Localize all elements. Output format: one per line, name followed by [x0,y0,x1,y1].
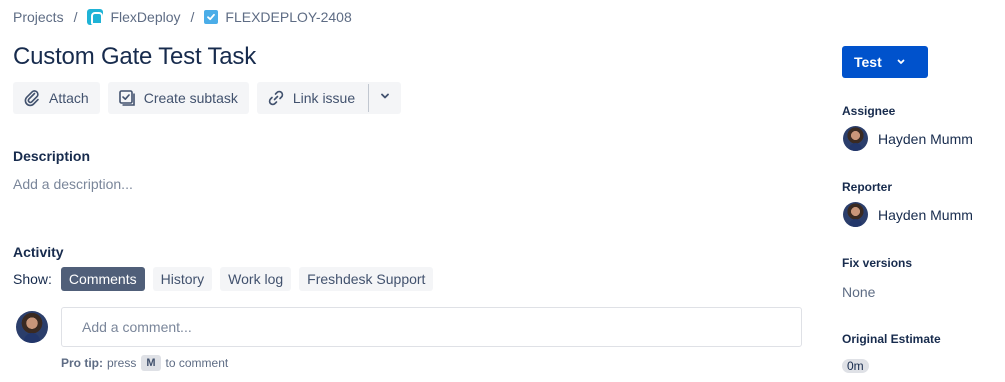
reporter-field[interactable]: Hayden Mumm [843,202,973,227]
create-subtask-button[interactable]: Create subtask [107,82,249,114]
link-issue-button[interactable]: Link issue [257,82,368,114]
create-subtask-button-label: Create subtask [143,90,238,106]
pro-tip-label: Pro tip: [61,356,103,370]
show-label: Show: [13,271,52,287]
paperclip-icon [23,89,41,107]
breadcrumb-separator: / [73,9,78,25]
assignee-name: Hayden Mumm [878,130,973,147]
chevron-down-icon [896,57,906,67]
fix-versions-value[interactable]: None [842,284,875,300]
activity-heading: Activity [13,244,64,260]
description-heading: Description [13,148,91,164]
description-field[interactable]: Add a description... [13,176,133,192]
more-actions-button[interactable] [369,82,401,114]
subtask-icon [118,89,136,107]
assignee-label: Assignee [842,104,896,118]
pro-tip-text: press [107,356,137,370]
breadcrumb-issue-key[interactable]: FLEXDEPLOY-2408 [204,9,352,25]
breadcrumb-separator: / [190,9,195,25]
filter-comments[interactable]: Comments [60,267,145,291]
filter-freshdesk-support[interactable]: Freshdesk Support [299,267,434,291]
link-issue-button-group: Link issue [256,82,402,114]
pro-tip: Pro tip: press M to comment [61,355,228,371]
breadcrumb-project-label: FlexDeploy [110,9,181,25]
pro-tip-text-end: to comment [165,356,229,370]
attach-button-label: Attach [49,90,89,106]
breadcrumb-projects[interactable]: Projects [13,9,64,25]
attach-button[interactable]: Attach [13,82,100,114]
breadcrumb-project[interactable]: FlexDeploy [87,9,181,25]
fix-versions-label: Fix versions [842,256,913,270]
issue-toolbar: Attach Create subtask Link issue [13,82,402,114]
comment-input[interactable]: Add a comment... [61,307,802,347]
original-estimate-label: Original Estimate [842,332,941,346]
avatar [843,126,868,151]
filter-history[interactable]: History [152,267,213,291]
avatar [16,311,48,343]
reporter-label: Reporter [842,180,893,194]
filter-work-log[interactable]: Work log [220,267,292,291]
assignee-field[interactable]: Hayden Mumm [843,126,973,151]
task-type-icon [204,10,219,24]
chevron-down-icon [379,89,391,107]
activity-filter-bar: Show: Comments History Work log Freshdes… [13,267,441,291]
reporter-name: Hayden Mumm [878,206,973,223]
issue-title[interactable]: Custom Gate Test Task [13,43,256,71]
link-icon [267,89,285,107]
status-label: Test [854,54,882,70]
breadcrumb-issue-key-label: FLEXDEPLOY-2408 [225,9,352,25]
link-issue-button-label: Link issue [292,90,356,106]
breadcrumb: Projects / FlexDeploy / FLEXDEPLOY-2408 [13,8,352,26]
original-estimate-value[interactable]: 0m [842,359,869,373]
status-transition-button[interactable]: Test [842,46,928,78]
keyboard-shortcut-key: M [141,355,161,371]
project-avatar-icon [87,9,104,25]
avatar [843,202,868,227]
